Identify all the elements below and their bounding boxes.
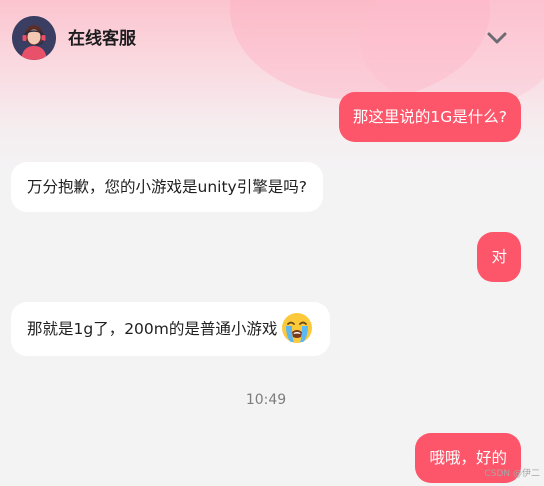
chat-title: 在线客服 — [68, 29, 136, 49]
collapse-button[interactable] — [482, 26, 512, 50]
message-text: 哦哦，好的 — [429, 449, 507, 467]
agent-avatar-icon — [12, 16, 56, 60]
message-text: 对 — [491, 248, 507, 266]
message-bubble-user: 对 — [477, 232, 521, 282]
message-timestamp: 10:49 — [245, 392, 287, 408]
message-text: 万分抱歉，您的小游戏是unity引擎是吗? — [27, 178, 307, 196]
message-text: 那就是1g了，200m的是普通小游戏 — [27, 320, 278, 338]
chat-window: 在线客服 那这里说的1G是什么? 万分抱歉，您的小游戏是unity引擎是吗? 对… — [0, 0, 544, 486]
watermark: CSDN @伊二 — [484, 469, 540, 479]
message-bubble-user: 那这里说的1G是什么? — [338, 92, 521, 142]
message-text: 那这里说的1G是什么? — [352, 108, 507, 126]
chevron-down-icon — [487, 32, 507, 44]
chat-header: 在线客服 — [0, 0, 544, 78]
agent-avatar — [12, 16, 56, 60]
message-bubble-agent: 那就是1g了，200m的是普通小游戏 — [11, 302, 331, 356]
message-bubble-agent: 万分抱歉，您的小游戏是unity引擎是吗? — [11, 162, 323, 212]
loudly-crying-face-icon — [280, 311, 314, 345]
